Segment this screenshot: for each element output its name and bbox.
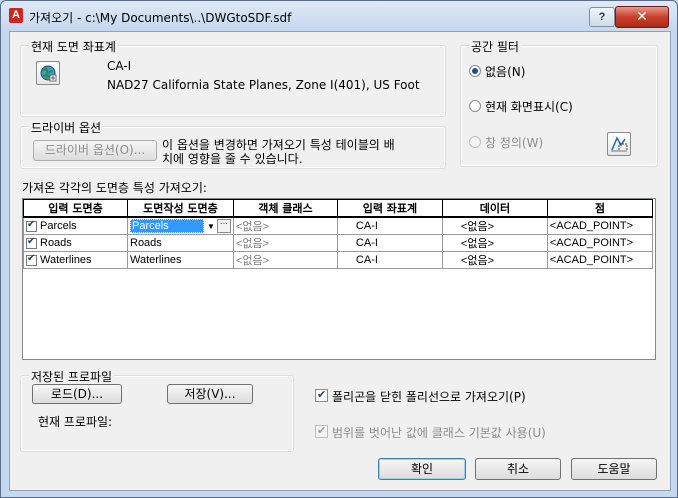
col-header-point[interactable]: 점 — [546, 199, 653, 218]
closed-polyline-label[interactable]: 폴리곤을 닫힌 폴리선으로 가져오기(P) — [332, 388, 526, 405]
filter-define-window-radio[interactable] — [469, 136, 481, 148]
dropdown-arrow-icon[interactable]: ▼ — [207, 222, 215, 231]
data-cell[interactable]: <없음> — [441, 234, 548, 252]
driver-options-legend: 드라이버 옵션 — [29, 119, 104, 136]
drawing-layer-cell[interactable]: Roads — [127, 234, 234, 252]
point-cell[interactable]: <ACAD_POINT> — [546, 216, 653, 235]
help-button[interactable]: 도움말 — [571, 458, 657, 480]
input-layer-cell[interactable]: Waterlines — [23, 251, 128, 269]
table-row[interactable]: Waterlines Waterlines <없음> CA-I <없음> <AC… — [23, 251, 653, 269]
col-header-input-layer[interactable]: 입력 도면층 — [23, 199, 128, 218]
saved-profile-group: 저장된 프로파일 로드(D)... 저장(V)... 현재 프로파일: — [20, 368, 294, 452]
grid-header-row: 입력 도면층 도면작성 도면층 객체 클래스 입력 좌표계 데이터 점 — [23, 199, 653, 218]
save-profile-button[interactable]: 저장(V)... — [167, 384, 253, 404]
drawing-layer-cell[interactable]: Parcels ▼ ··· — [127, 216, 234, 235]
input-cs-cell[interactable]: CA-I — [336, 251, 443, 269]
globe-icon[interactable] — [36, 61, 60, 85]
out-of-range-checkbox[interactable] — [315, 424, 328, 438]
filter-define-window-label[interactable]: 창 정의(W) — [485, 134, 543, 151]
drawing-layer-cell[interactable]: Waterlines — [127, 251, 234, 269]
data-cell[interactable]: <없음> — [441, 216, 548, 235]
col-header-input-cs[interactable]: 입력 좌표계 — [336, 199, 443, 218]
spatial-filter-legend: 공간 필터 — [469, 38, 521, 55]
filter-current-view-label[interactable]: 현재 화면표시(C) — [485, 98, 573, 115]
close-button[interactable]: ✕ — [615, 6, 669, 28]
title-help-button[interactable]: ? — [589, 7, 615, 27]
input-cs-cell[interactable]: CA-I — [336, 216, 443, 235]
input-layer-name: Roads — [40, 237, 72, 249]
cancel-button[interactable]: 취소 — [475, 458, 561, 480]
closed-polyline-checkbox[interactable] — [315, 388, 328, 402]
filter-none-radio[interactable] — [469, 65, 481, 77]
layer-table-label: 가져온 각각의 도면층 특성 가져오기: — [22, 181, 207, 195]
point-cell[interactable]: <ACAD_POINT> — [546, 234, 653, 252]
driver-options-group: 드라이버 옵션 드라이버 옵션(O)... 이 옵션을 변경하면 가져오기 특성… — [20, 119, 446, 169]
drawing-layer-combo[interactable]: Parcels ▼ ··· — [130, 219, 231, 233]
import-dialog: A 가져오기 - c:\My Documents\..\DWGtoSDF.sdf… — [0, 0, 678, 498]
point-cell[interactable]: <ACAD_POINT> — [546, 251, 653, 269]
browse-ellipsis-icon[interactable]: ··· — [216, 219, 231, 233]
current-cs-code: CA-I — [107, 59, 132, 73]
object-class-cell[interactable]: <없음> — [232, 216, 338, 235]
object-class-cell[interactable]: <없음> — [232, 251, 338, 269]
window-title: 가져오기 - c:\My Documents\..\DWGtoSDF.sdf — [29, 11, 292, 25]
driver-options-note-line2: 치에 영향을 줄 수 있습니다. — [162, 152, 303, 166]
input-layer-cell[interactable]: Roads — [23, 234, 128, 252]
col-header-drawing-layer[interactable]: 도면작성 도면층 — [127, 199, 234, 218]
drawing-layer-value[interactable]: Parcels — [130, 219, 204, 233]
col-header-data[interactable]: 데이터 — [441, 199, 548, 218]
input-layer-name: Parcels — [40, 220, 77, 232]
load-profile-button[interactable]: 로드(D)... — [32, 384, 122, 404]
object-class-cell[interactable]: <없음> — [232, 234, 338, 252]
saved-profile-legend: 저장된 프로파일 — [29, 368, 115, 385]
layer-properties-grid[interactable]: 입력 도면층 도면작성 도면층 객체 클래스 입력 좌표계 데이터 점 Parc… — [22, 198, 656, 360]
row-checkbox[interactable] — [26, 253, 37, 266]
filter-none-label[interactable]: 없음(N) — [485, 63, 525, 80]
col-header-object-class[interactable]: 객체 클래스 — [232, 199, 338, 218]
current-cs-description: NAD27 California State Planes, Zone I(40… — [107, 78, 420, 92]
row-checkbox[interactable] — [26, 219, 37, 232]
dialog-client-area: 현재 도면 좌표계 CA-I NAD27 California State Pl… — [9, 31, 671, 491]
out-of-range-label[interactable]: 범위를 벗어난 값에 클래스 기본값 사용(U) — [332, 424, 546, 441]
spatial-filter-group: 공간 필터 없음(N) 현재 화면표시(C) 창 정의(W) — [460, 38, 658, 167]
table-row[interactable]: Parcels Parcels▼··· <없음> CA-I <없음> <ACAD… — [23, 216, 653, 235]
row-checkbox[interactable] — [26, 236, 37, 249]
table-row[interactable]: Roads Roads <없음> CA-I <없음> <ACAD_POINT> — [23, 234, 653, 252]
ok-button[interactable]: 확인 — [378, 458, 466, 480]
current-cs-group: 현재 도면 좌표계 CA-I NAD27 California State Pl… — [20, 38, 446, 117]
define-window-icon[interactable] — [607, 132, 631, 156]
title-bar[interactable]: A 가져오기 - c:\My Documents\..\DWGtoSDF.sdf… — [1, 1, 677, 31]
input-layer-name: Waterlines — [40, 254, 92, 266]
input-cs-cell[interactable]: CA-I — [336, 234, 443, 252]
driver-options-button[interactable]: 드라이버 옵션(O)... — [33, 140, 157, 161]
autocad-app-icon: A — [9, 8, 23, 23]
input-layer-cell[interactable]: Parcels — [23, 216, 128, 235]
current-profile-label: 현재 프로파일: — [38, 415, 113, 429]
current-cs-legend: 현재 도면 좌표계 — [29, 38, 118, 55]
filter-current-view-radio[interactable] — [469, 100, 481, 112]
data-cell[interactable]: <없음> — [441, 251, 548, 269]
